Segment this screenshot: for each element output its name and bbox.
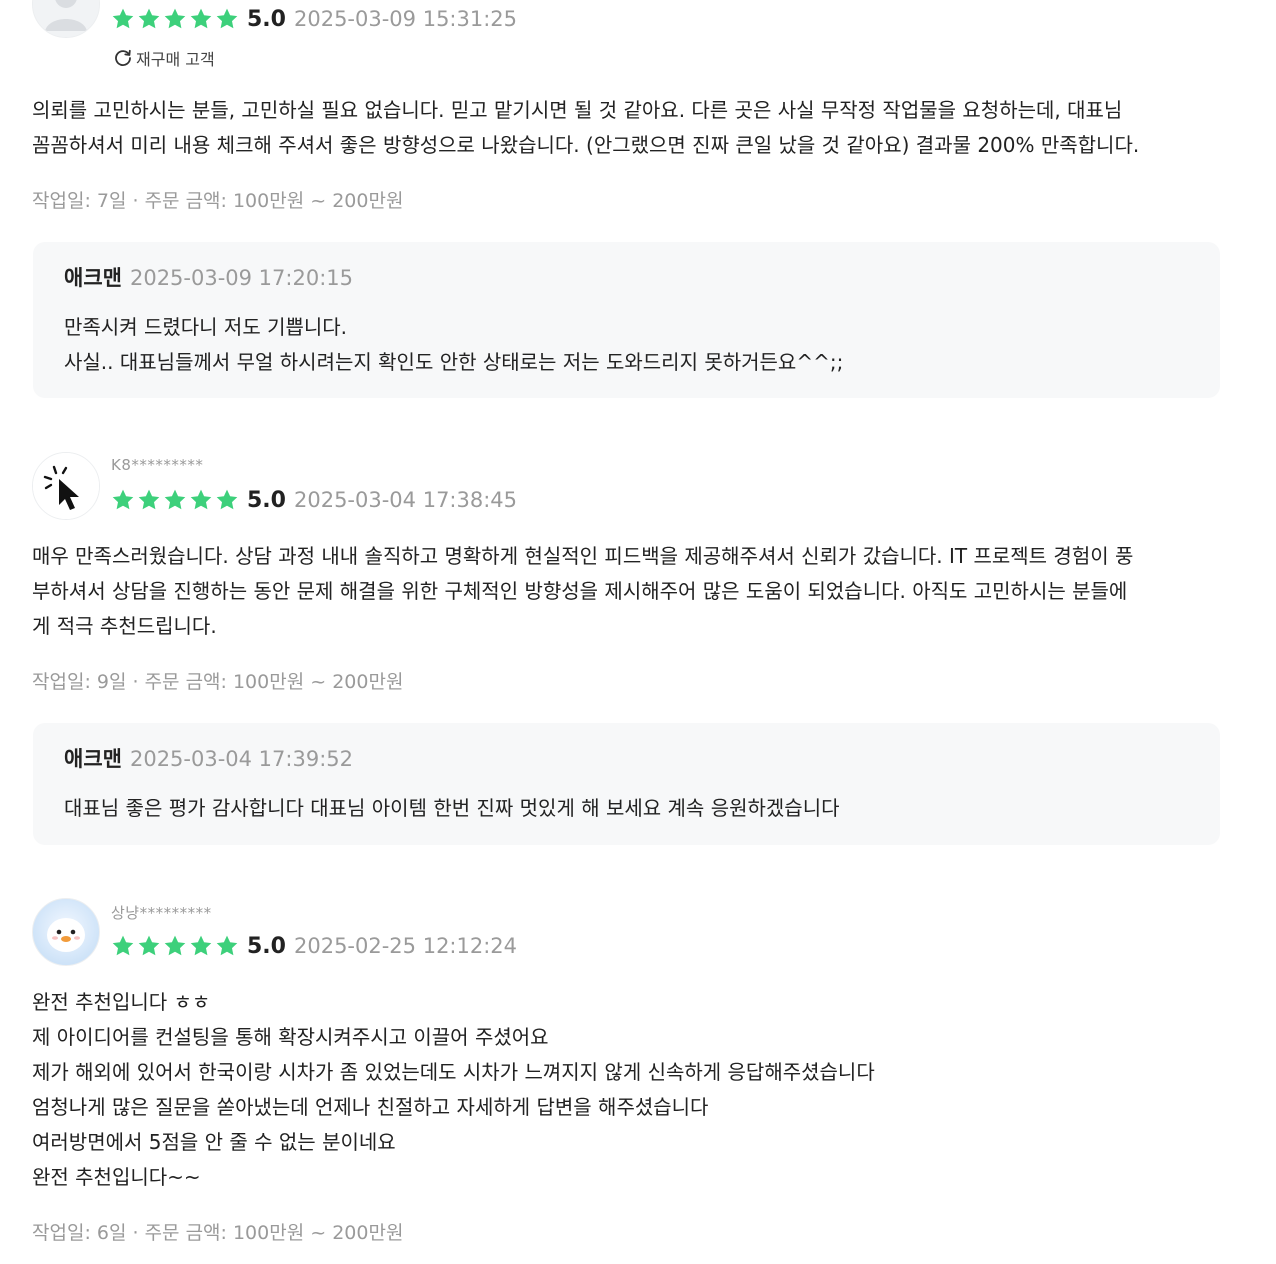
rating-score: 5.0 [247, 487, 286, 513]
review-list: 5.0 2025-03-09 15:31:25 재구매 고객 의뢰를 고민하시는… [0, 0, 1276, 1264]
duck-avatar-icon [33, 899, 99, 965]
review-item: 5.0 2025-03-09 15:31:25 재구매 고객 의뢰를 고민하시는… [0, 0, 1276, 420]
star-icon [112, 489, 134, 510]
cursor-click-icon [33, 453, 99, 519]
rating-row: 5.0 2025-03-04 17:38:45 [111, 485, 517, 515]
star-icon [112, 8, 134, 29]
review-line: 제 아이디어를 컨설팅을 통해 확장시켜주시고 이끌어 주셨어요 [32, 1025, 549, 1049]
review-line: 매우 만족스러웠습니다. 상담 과정 내내 솔직하고 명확하게 현실적인 피드백… [32, 544, 1134, 568]
star-icon [164, 8, 186, 29]
star-icon [190, 8, 212, 29]
reply-header: 애크맨 2025-03-09 17:20:15 [64, 262, 353, 292]
review-content: 의뢰를 고민하시는 분들, 고민하실 필요 없습니다. 믿고 맡기시면 될 것 … [32, 93, 1232, 163]
star-icon [138, 935, 160, 956]
reply-content: 만족시켜 드렸다니 저도 기쁩니다. 사실.. 대표님들께서 무얼 하시려는지 … [64, 310, 1184, 380]
review-content: 완전 추천입니다 ㅎㅎ 제 아이디어를 컨설팅을 통해 확장시켜주시고 이끌어 … [32, 985, 1232, 1195]
reply-line: 사실.. 대표님들께서 무얼 하시려는지 확인도 안한 상태로는 저는 도와드리… [64, 350, 844, 374]
review-content: 매우 만족스러웠습니다. 상담 과정 내내 솔직하고 명확하게 현실적인 피드백… [32, 539, 1232, 644]
review-line: 부하셔서 상담을 진행하는 동안 문제 해결을 위한 구체적인 방향성을 제시해… [32, 579, 1128, 603]
star-icon [164, 935, 186, 956]
repurchase-label: 재구매 고객 [136, 50, 215, 69]
review-line: 제가 해외에 있어서 한국이랑 시차가 좀 있었는데도 시차가 느껴지지 않게 … [32, 1060, 875, 1084]
avatar [32, 452, 100, 520]
review-date: 2025-03-09 15:31:25 [293, 7, 518, 31]
review-meta: 작업일: 6일 · 주문 금액: 100만원 ~ 200만원 [32, 1222, 404, 1244]
review-line: 완전 추천입니다~~ [32, 1165, 201, 1189]
star-rating [111, 7, 239, 31]
review-line: 게 적극 추천드립니다. [32, 614, 217, 638]
rating-score: 5.0 [247, 6, 286, 32]
reply-date: 2025-03-09 17:20:15 [129, 266, 354, 290]
reply-author: 애크맨 [64, 266, 122, 290]
star-rating [111, 934, 239, 958]
seller-reply: 애크맨 2025-03-04 17:39:52 대표님 좋은 평가 감사합니다 … [33, 723, 1220, 845]
star-icon [112, 935, 134, 956]
star-icon [216, 489, 238, 510]
star-icon [138, 489, 160, 510]
seller-reply: 애크맨 2025-03-09 17:20:15 만족시켜 드렸다니 저도 기쁩니… [33, 242, 1220, 398]
rating-row: 5.0 2025-03-09 15:31:25 [111, 4, 517, 34]
review-meta: 작업일: 9일 · 주문 금액: 100만원 ~ 200만원 [32, 671, 404, 693]
avatar [32, 898, 100, 966]
refresh-icon [115, 49, 131, 66]
review-meta: 작업일: 7일 · 주문 금액: 100만원 ~ 200만원 [32, 190, 404, 212]
rating-row: 5.0 2025-02-25 12:12:24 [111, 931, 517, 961]
star-icon [216, 935, 238, 956]
reply-author: 애크맨 [64, 747, 122, 771]
reply-line: 만족시켜 드렸다니 저도 기쁩니다. [64, 315, 348, 339]
star-icon [216, 8, 238, 29]
review-item: K8********* 5.0 2025-03-04 17:38:45 매우 만… [0, 450, 1276, 850]
star-icon [164, 489, 186, 510]
reply-header: 애크맨 2025-03-04 17:39:52 [64, 743, 353, 773]
review-line: 완전 추천입니다 ㅎㅎ [32, 990, 211, 1014]
review-line: 의뢰를 고민하시는 분들, 고민하실 필요 없습니다. 믿고 맡기시면 될 것 … [32, 98, 1123, 122]
username: 상냥********* [111, 904, 212, 922]
reply-line: 대표님 좋은 평가 감사합니다 대표님 아이템 한번 진짜 멋있게 해 보세요 … [64, 796, 840, 820]
avatar [32, 0, 100, 38]
star-icon [190, 489, 212, 510]
repurchase-badge: 재구매 고객 [113, 46, 215, 70]
reply-date: 2025-03-04 17:39:52 [129, 747, 354, 771]
review-date: 2025-03-04 17:38:45 [293, 488, 518, 512]
star-rating [111, 488, 239, 512]
review-line: 여러방면에서 5점을 안 줄 수 없는 분이네요 [32, 1130, 396, 1154]
rating-score: 5.0 [247, 933, 286, 959]
star-icon [138, 8, 160, 29]
review-date: 2025-02-25 12:12:24 [293, 934, 518, 958]
username: K8********* [111, 456, 204, 474]
review-line: 꼼꼼하셔서 미리 내용 체크해 주셔서 좋은 방향성으로 나왔습니다. (안그랬… [32, 133, 1140, 157]
review-line: 엄청나게 많은 질문을 쏟아냈는데 언제나 친절하고 자세하게 답변을 해주셨습… [32, 1095, 709, 1119]
reply-content: 대표님 좋은 평가 감사합니다 대표님 아이템 한번 진짜 멋있게 해 보세요 … [64, 791, 1184, 826]
default-user-icon [33, 0, 99, 37]
review-item: 상냥********* 5.0 2025-02-25 12:12:24 완전 추… [0, 896, 1276, 1264]
star-icon [190, 935, 212, 956]
